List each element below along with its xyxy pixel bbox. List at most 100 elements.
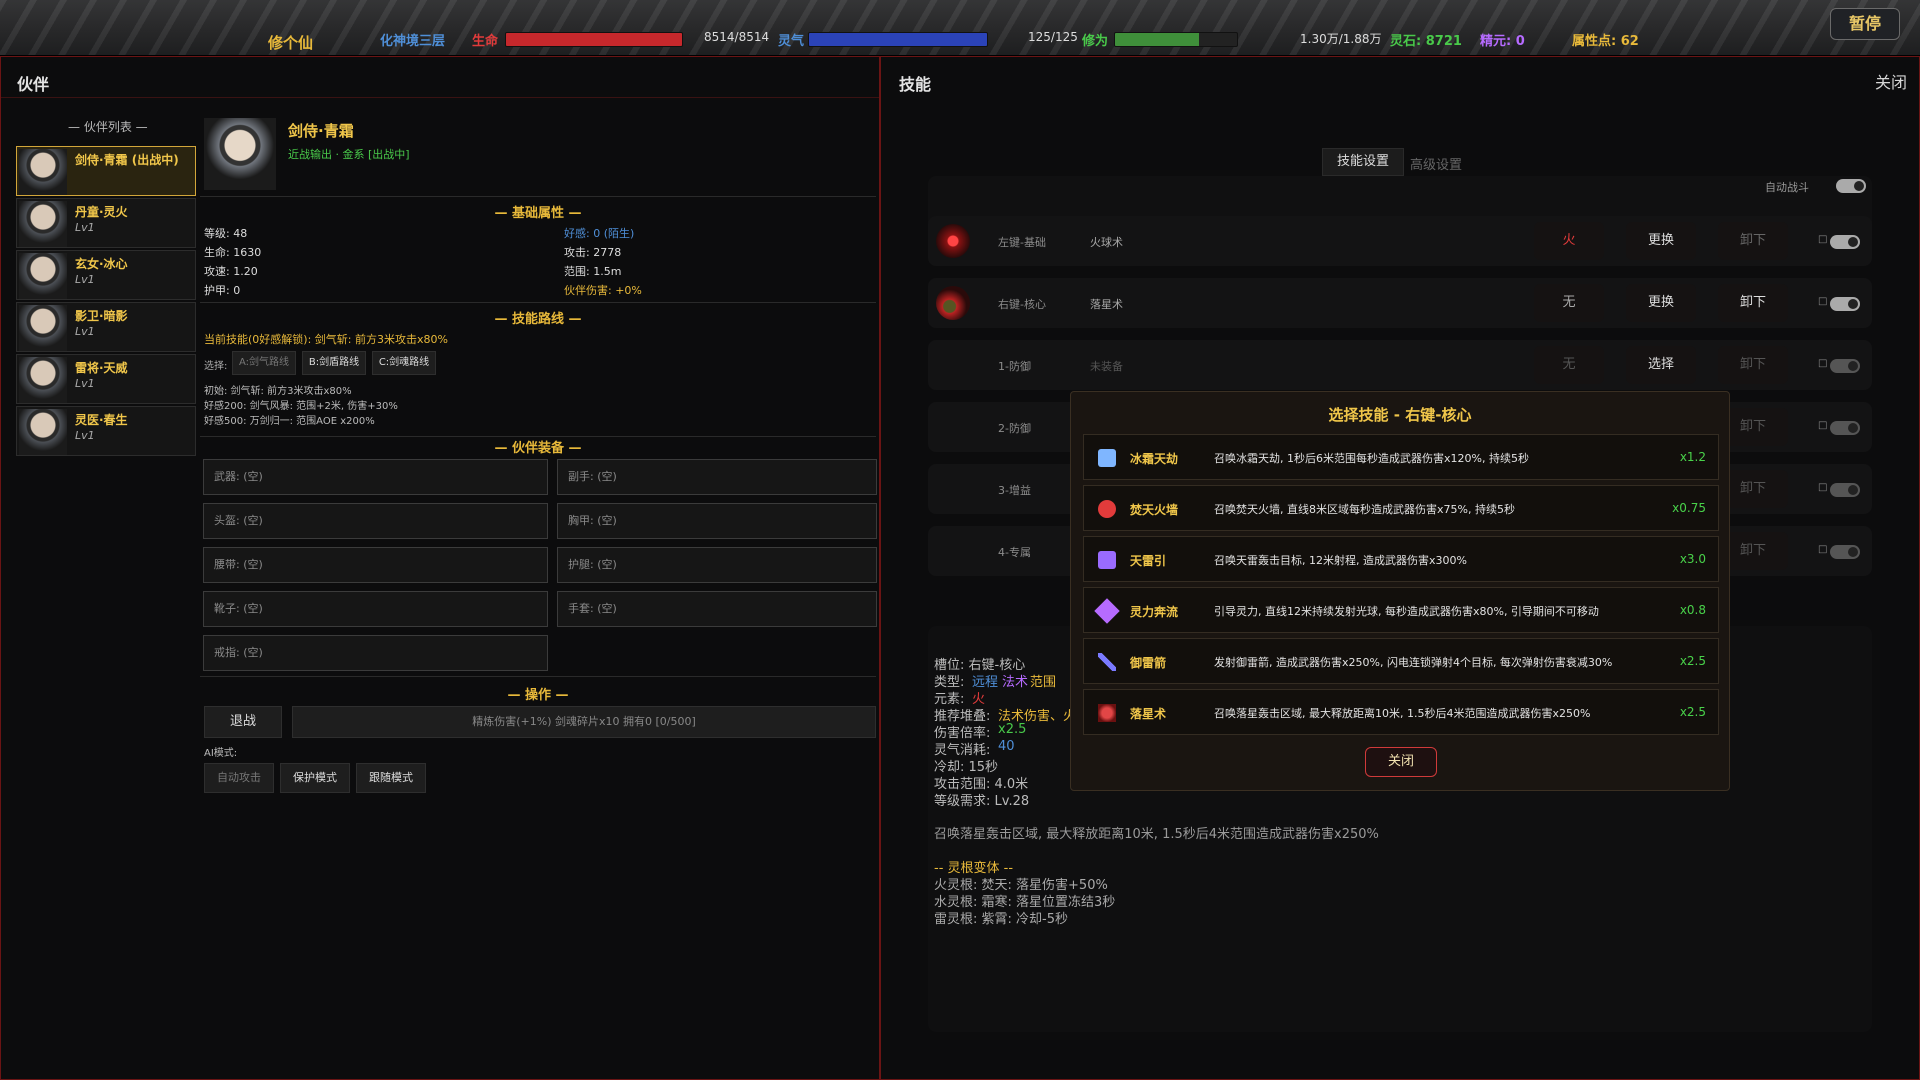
skill-option-multiplier: x0.8 (1679, 603, 1706, 617)
mp-label: 灵气 (778, 34, 805, 49)
slot-toggle[interactable] (1830, 421, 1860, 435)
slot-toggle[interactable] (1830, 483, 1860, 497)
variant-line: 雷灵根: 紫霄: 冷却-5秒 (934, 912, 1068, 927)
detail-damage: x2.5 (998, 722, 1027, 737)
partner-list-item[interactable]: 剑侍·青霜 (出战中) (16, 146, 196, 196)
refine-damage-button[interactable]: 精炼伤害(+1%) 剑魂碎片x10 拥有0 [0/500] (292, 706, 876, 738)
select-skill-button[interactable]: 选择 (1626, 346, 1696, 384)
hp-label: 生命 (472, 34, 499, 49)
partner-name: 玄女·冰心 (75, 257, 128, 271)
detail-type-aoe: 范围 (1030, 675, 1057, 690)
equip-slot-helmet[interactable]: 头盔: (空) (203, 503, 548, 539)
skill-option-desc: 召唤天雷轰击目标, 12米射程, 造成武器伤害x300% (1214, 554, 1467, 567)
meteor-icon (1098, 704, 1116, 722)
meteor-icon (936, 286, 970, 320)
change-skill-button[interactable]: 更换 (1626, 284, 1696, 322)
skill-option-multiplier: x2.5 (1679, 654, 1706, 668)
lock-icon: □ (1818, 234, 1828, 245)
route-c-button[interactable]: C:剑魂路线 (372, 351, 436, 375)
partner-list-item[interactable]: 玄女·冰心 Lv1 (16, 250, 196, 300)
lock-icon: □ (1818, 544, 1828, 555)
selected-partner-subtitle: 近战输出 · 金系 [出战中] (288, 148, 410, 161)
slot-toggle[interactable] (1830, 545, 1860, 559)
slot-skill-name: 落星术 (1090, 298, 1123, 311)
stat-attack-speed: 攻速: 1.20 (204, 265, 258, 278)
realm-label: 化神境三层 (380, 34, 446, 49)
stat-hp: 生命: 1630 (204, 246, 262, 259)
partner-name: 丹童·灵火 (75, 205, 128, 219)
unequip-button[interactable]: 卸下 (1718, 284, 1788, 322)
hp-value: 8514/8514 (704, 30, 770, 44)
auto-battle-label: 自动战斗 (1765, 181, 1809, 194)
partner-avatar (19, 357, 67, 403)
equip-slot-boots[interactable]: 靴子: (空) (203, 591, 548, 627)
slot-toggle[interactable] (1830, 235, 1860, 249)
partner-list-item[interactable]: 丹童·灵火 Lv1 (16, 198, 196, 248)
partner-level: Lv1 (75, 377, 95, 390)
cultivation-bar (1114, 32, 1238, 47)
slot-name: 4-专属 (998, 546, 1031, 559)
operations-header: — 操作 — (507, 688, 569, 703)
skill-slot-row: 1-防御 未装备 无 选择 卸下 □ (928, 340, 1872, 390)
partner-level: Lv1 (75, 221, 95, 234)
skill-option[interactable]: 天雷引 召唤天雷轰击目标, 12米射程, 造成武器伤害x300% x3.0 (1083, 536, 1719, 582)
select-skill-modal: 选择技能 - 右键-核心 冰霜天劫 召唤冰霜天劫, 1秒后6米范围每秒造成武器伤害… (1070, 391, 1730, 791)
ai-mode-auto-attack[interactable]: 自动攻击 (204, 763, 274, 793)
retreat-button[interactable]: 退战 (204, 706, 282, 738)
equip-slot-weapon[interactable]: 武器: (空) (203, 459, 548, 495)
slot-toggle[interactable] (1830, 297, 1860, 311)
slot-skill-name: 未装备 (1090, 360, 1123, 373)
ai-mode-follow[interactable]: 跟随模式 (356, 763, 426, 793)
skill-panel-title: 技能 (899, 75, 932, 94)
skill-option[interactable]: 御雷箭 发射御雷箭, 造成武器伤害x250%, 闪电连锁弹射4个目标, 每次弹射伤… (1083, 638, 1719, 684)
unequip-button[interactable]: 卸下 (1718, 222, 1788, 260)
slot-toggle[interactable] (1830, 359, 1860, 373)
partner-list-item[interactable]: 灵医·春生 Lv1 (16, 406, 196, 456)
skill-option-desc: 召唤冰霜天劫, 1秒后6米范围每秒造成武器伤害x120%, 持续5秒 (1214, 452, 1529, 465)
equip-slot-offhand[interactable]: 副手: (空) (557, 459, 877, 495)
skill-option-name: 御雷箭 (1130, 656, 1167, 670)
slot-name: 右键-核心 (998, 298, 1046, 311)
skill-option[interactable]: 冰霜天劫 召唤冰霜天劫, 1秒后6米范围每秒造成武器伤害x120%, 持续5秒 x1… (1083, 434, 1719, 480)
partner-list-item[interactable]: 雷将·天威 Lv1 (16, 354, 196, 404)
hp-bar (505, 32, 683, 47)
partner-list-item[interactable]: 影卫·暗影 Lv1 (16, 302, 196, 352)
tab-advanced-settings[interactable]: 高级设置 (1410, 154, 1462, 173)
route-note: 初始: 剑气斩: 前方3米攻击x80% (204, 386, 352, 397)
auto-battle-toggle[interactable] (1836, 179, 1866, 193)
route-a-button[interactable]: A:剑气路线 (232, 351, 296, 375)
skill-option[interactable]: 灵力奔流 引导灵力, 直线12米持续发射光球, 每秒造成武器伤害x80%, 引导期… (1083, 587, 1719, 633)
route-b-button[interactable]: B:剑盾路线 (302, 351, 366, 375)
equip-slot-belt[interactable]: 腰带: (空) (203, 547, 548, 583)
skill-option-name: 天雷引 (1130, 554, 1167, 568)
skill-panel-close-button[interactable]: 关闭 (1875, 69, 1907, 93)
skill-slot-row: 左键-基础 火球术 火 更换 卸下 □ (928, 216, 1872, 266)
element-badge: 无 (1534, 284, 1604, 322)
equip-slot-chest[interactable]: 胸甲: (空) (557, 503, 877, 539)
stat-attack: 攻击: 2778 (564, 246, 622, 259)
attribute-points: 属性点: 62 (1572, 34, 1639, 49)
skill-option-multiplier: x1.2 (1679, 450, 1706, 464)
equip-slot-legs[interactable]: 护腿: (空) (557, 547, 877, 583)
ai-mode-protect[interactable]: 保护模式 (280, 763, 350, 793)
partner-list-title: — 伙伴列表 — (68, 120, 148, 134)
skill-option-multiplier: x2.5 (1679, 705, 1706, 719)
equip-slot-gloves[interactable]: 手套: (空) (557, 591, 877, 627)
partner-name: 影卫·暗影 (75, 309, 128, 323)
unequip-button[interactable]: 卸下 (1718, 346, 1788, 384)
skill-option[interactable]: 焚天火墙 召唤焚天火墙, 直线8米区域每秒造成武器伤害x75%, 持续5秒 x0.7… (1083, 485, 1719, 531)
lock-icon: □ (1818, 420, 1828, 431)
change-skill-button[interactable]: 更换 (1626, 222, 1696, 260)
pause-button[interactable]: 暂停 (1830, 8, 1900, 40)
equip-slot-ring[interactable]: 戒指: (空) (203, 635, 548, 671)
tab-skill-settings[interactable]: 技能设置 (1322, 148, 1404, 176)
modal-close-button[interactable]: 关闭 (1365, 747, 1437, 777)
skill-slot-row: 右键-核心 落星术 无 更换 卸下 □ (928, 278, 1872, 328)
slot-skill-name: 火球术 (1090, 236, 1123, 249)
lock-icon: □ (1818, 296, 1828, 307)
skill-option-name: 灵力奔流 (1130, 605, 1179, 619)
partner-level: Lv1 (75, 325, 95, 338)
equipment-header: — 伙伴装备 — (494, 441, 582, 456)
skill-option[interactable]: 落星术 召唤落星轰击区域, 最大释放距离10米, 1.5秒后4米范围造成武器伤害x… (1083, 689, 1719, 735)
selected-partner-portrait (204, 118, 276, 190)
